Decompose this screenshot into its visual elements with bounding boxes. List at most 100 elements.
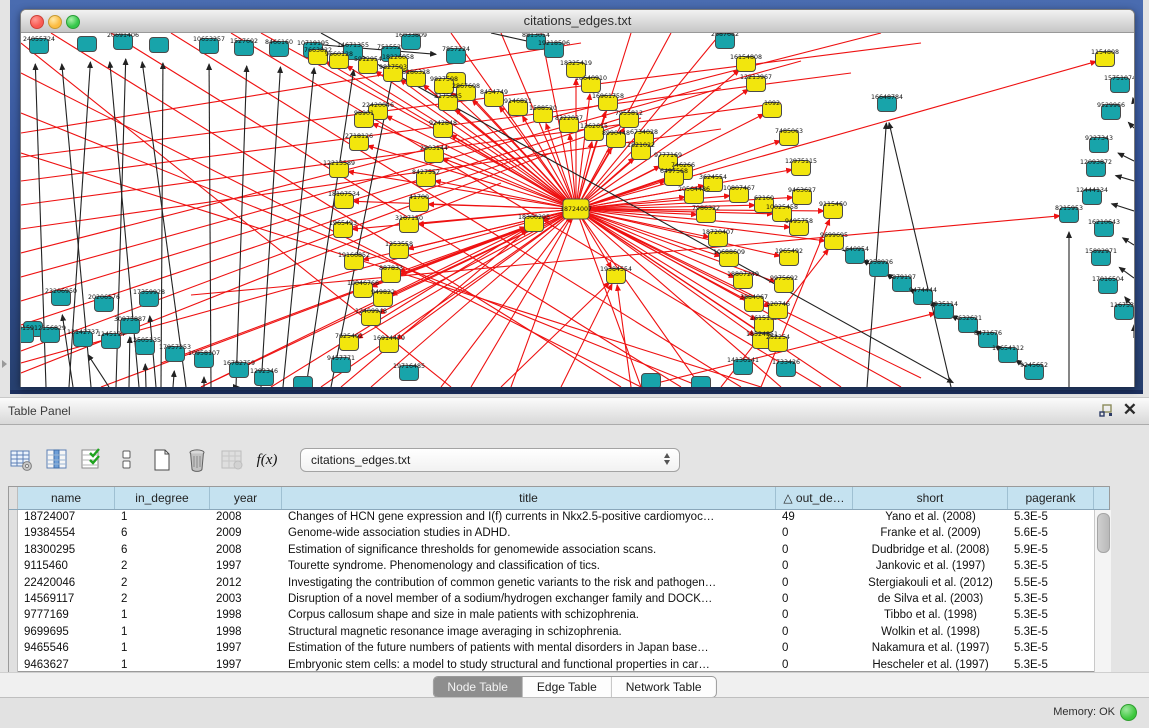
tab-edge-table[interactable]: Edge Table	[523, 677, 612, 697]
node-label: 12505135	[129, 337, 161, 344]
table-cell: 5.3E-5	[1008, 559, 1094, 575]
node-label: 9358926	[865, 259, 893, 266]
tab-node-table[interactable]: Node Table	[433, 677, 523, 697]
close-panel-icon[interactable]: ✕	[1123, 400, 1137, 420]
table-cell: Corpus callosum shape and size in male p…	[282, 608, 776, 624]
network-view-background: citations_edges.txt 24055724206914061065…	[10, 0, 1143, 394]
node-label: 5912954	[354, 56, 382, 63]
node-label: 1353558	[385, 241, 413, 248]
column-header-out_de[interactable]: △ out_de…	[776, 487, 853, 509]
network-node[interactable]	[642, 374, 661, 388]
network-node[interactable]	[150, 38, 169, 53]
node-label: 1167534	[1110, 302, 1134, 309]
table-settings-icon[interactable]	[10, 448, 34, 472]
table-row[interactable]: 1872400712008Changes of HCN gene express…	[9, 510, 1094, 526]
network-canvas[interactable]: 2405572420691406106532571527602846616010…	[21, 33, 1134, 387]
memory-ok-icon	[1120, 704, 1137, 721]
table-cell: 2	[115, 559, 210, 575]
table-cell: 22420046	[18, 576, 115, 592]
scrollbar-thumb[interactable]	[1097, 513, 1110, 553]
node-label: 12142737	[67, 329, 99, 336]
table-cell: 5.3E-5	[1008, 608, 1094, 624]
table-cell: 6	[115, 526, 210, 542]
node-label: 17359928	[133, 289, 165, 296]
table-row[interactable]: 946554611997Estimation of the future num…	[9, 641, 1094, 657]
network-table-select[interactable]: citations_edges.txt	[300, 448, 680, 472]
node-label: 9474444	[909, 287, 937, 294]
table-cell: Jankovic et al. (1997)	[853, 559, 1008, 575]
table-row[interactable]: 1456911722003Disruption of a novel membe…	[9, 592, 1094, 608]
node-label: 10719195	[297, 40, 329, 47]
node-label: 8427552	[412, 169, 440, 176]
table-tabs: Node TableEdge TableNetwork Table	[432, 676, 716, 698]
node-label: 33159	[21, 325, 34, 332]
node-label: 18720407	[702, 229, 734, 236]
node-label: 19166852	[338, 252, 370, 259]
node-label: 18325419	[560, 60, 592, 67]
node-label: 8813054	[522, 33, 550, 39]
node-label: 20564486	[678, 186, 710, 193]
node-label: 7857224	[442, 46, 470, 53]
network-node[interactable]	[294, 377, 313, 388]
table-row[interactable]: 1938455462009Genome-wide association stu…	[9, 526, 1094, 542]
node-label: 12444134	[1076, 187, 1108, 194]
column-header-pagerank[interactable]: pagerank	[1008, 487, 1094, 509]
table-cell: 0	[776, 608, 853, 624]
window-titlebar[interactable]: citations_edges.txt	[21, 10, 1134, 33]
select-arrows-icon	[664, 453, 670, 465]
table-row[interactable]: 969969511998Structural magnetic resonanc…	[9, 625, 1094, 641]
node-label: 14136141	[727, 357, 759, 364]
table-row[interactable]: 1830029562008Estimation of significance …	[9, 543, 1094, 559]
select-rows-icon[interactable]	[80, 448, 104, 472]
table-row[interactable]: 2242004622012Investigating the contribut…	[9, 576, 1094, 592]
node-label: 1292346	[250, 368, 278, 375]
node-label: 7632621	[954, 315, 982, 322]
node-label: 6879197	[888, 274, 916, 281]
node-label: 9660128	[325, 51, 353, 58]
node-label: 8186328	[402, 69, 430, 76]
network-node[interactable]	[692, 377, 711, 388]
import-table-icon[interactable]	[220, 448, 244, 472]
node-label: 7485063	[775, 128, 803, 135]
tab-network-table[interactable]: Network Table	[612, 677, 716, 697]
table-cell: 2009	[210, 526, 282, 542]
node-label: 9975692	[770, 275, 798, 282]
node-label: 30975887	[114, 316, 146, 323]
table-cell: 0	[776, 559, 853, 575]
row-height-icon[interactable]	[115, 448, 139, 472]
table-cell: 2	[115, 592, 210, 608]
panel-collapse-arrow[interactable]	[2, 360, 7, 368]
table-row[interactable]: 911546021997Tourette syndrome. Phenomeno…	[9, 559, 1094, 575]
node-label: 8466160	[265, 39, 293, 46]
node-label: 20691406	[107, 33, 139, 39]
node-label: 9827508	[430, 76, 458, 83]
function-builder-icon[interactable]: f(x)	[255, 448, 279, 472]
table-cell: 1	[115, 608, 210, 624]
float-panel-icon[interactable]	[1099, 404, 1113, 417]
table-cell: 5.3E-5	[1008, 510, 1094, 526]
node-label: 2935114	[930, 301, 958, 308]
delete-table-icon[interactable]	[185, 448, 209, 472]
node-label: 1640954	[841, 246, 869, 253]
network-window[interactable]: citations_edges.txt 24055724206914061065…	[20, 9, 1135, 387]
column-header-title[interactable]: title	[282, 487, 776, 509]
node-label: 41700	[409, 194, 429, 201]
table-cell: Stergiakouli et al. (2012)	[853, 576, 1008, 592]
table-row[interactable]: 977716911998Corpus callosum shape and si…	[9, 608, 1094, 624]
table-scrollbar[interactable]	[1094, 510, 1111, 674]
node-label: 23206950	[45, 288, 77, 295]
table-cell: Dudbridge et al. (2008)	[853, 543, 1008, 559]
node-label: 9777169	[654, 152, 682, 159]
column-header-year[interactable]: year	[210, 487, 282, 509]
column-header-short[interactable]: short	[853, 487, 1008, 509]
table-cell: Structural magnetic resonance image aver…	[282, 625, 776, 641]
column-header-name[interactable]: name	[18, 487, 115, 509]
node-label: 7625402	[335, 333, 363, 340]
node-label: 3167130	[395, 215, 423, 222]
table-cell: 0	[776, 592, 853, 608]
column-header-in_degree[interactable]: in_degree	[115, 487, 210, 509]
new-table-icon[interactable]	[150, 448, 174, 472]
column-display-icon[interactable]	[45, 448, 69, 472]
network-node[interactable]	[78, 37, 97, 52]
node-label: 12213589	[323, 160, 355, 167]
